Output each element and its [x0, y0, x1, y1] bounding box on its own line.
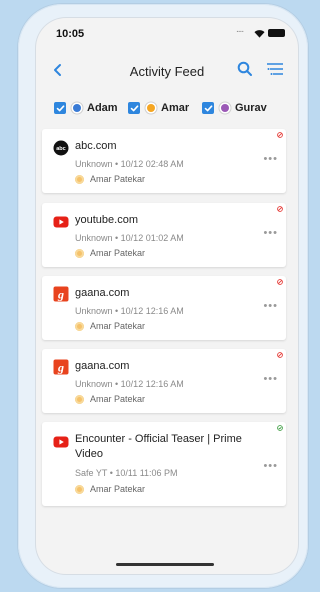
- user-filter-bar: Adam Amar Gurav: [54, 98, 294, 118]
- blocked-icon: [277, 132, 283, 138]
- page-title: Activity Feed: [129, 64, 205, 79]
- safe-check-icon: [277, 425, 283, 431]
- activity-user: Amar Patekar: [75, 248, 145, 258]
- avatar: [75, 174, 84, 184]
- activity-card[interactable]: youtube.com Unknown • 10/12 01:02 AM Ama…: [42, 203, 286, 267]
- home-indicator[interactable]: [116, 563, 214, 566]
- more-options-icon[interactable]: •••: [263, 227, 278, 239]
- checkbox-checked-icon[interactable]: [128, 102, 140, 114]
- app-screen: 10:05 .... Activity Feed Adam Amar Gurav…: [36, 18, 298, 574]
- avatar: [75, 484, 84, 494]
- status-time: 10:05: [56, 28, 85, 40]
- avatar: [73, 104, 81, 112]
- blocked-icon: [277, 352, 283, 358]
- filter-menu-icon[interactable]: [266, 61, 284, 77]
- avatar: [75, 321, 84, 331]
- filter-chip-amar[interactable]: Amar: [128, 98, 189, 118]
- filter-label: Gurav: [235, 102, 267, 114]
- more-options-icon[interactable]: •••: [263, 373, 278, 385]
- activity-meta: Unknown • 10/12 12:16 AM: [75, 306, 184, 316]
- abc-logo-icon: abc: [53, 140, 69, 156]
- user-name: Amar Patekar: [90, 321, 146, 331]
- checkbox-checked-icon[interactable]: [54, 102, 66, 114]
- activity-user: Amar Patekar: [75, 174, 145, 184]
- avatar: [147, 104, 155, 112]
- user-name: Amar Patekar: [90, 394, 146, 404]
- gaana-logo-icon: g: [53, 286, 69, 302]
- gaana-logo-icon: g: [53, 359, 69, 375]
- filter-label: Amar: [161, 102, 190, 114]
- blocked-icon: [277, 279, 283, 285]
- activity-title: Encounter - Official Teaser | Prime Vide…: [75, 433, 242, 460]
- blocked-icon: [277, 206, 283, 212]
- search-icon[interactable]: [236, 60, 254, 78]
- activity-title: gaana.com: [75, 360, 130, 372]
- youtube-logo-icon: [53, 216, 69, 228]
- activity-meta: Unknown • 10/12 02:48 AM: [75, 159, 184, 169]
- avatar: [75, 394, 84, 404]
- activity-meta: Safe YT • 10/11 11:06 PM: [75, 468, 178, 478]
- svg-text:g: g: [57, 361, 64, 375]
- checkbox-checked-icon[interactable]: [202, 102, 214, 114]
- activity-user: Amar Patekar: [75, 484, 145, 494]
- activity-meta: Unknown • 10/12 01:02 AM: [75, 233, 184, 243]
- activity-meta: Unknown • 10/12 12:16 AM: [75, 379, 184, 389]
- more-options-icon[interactable]: •••: [263, 153, 278, 165]
- app-header: Activity Feed: [36, 52, 298, 92]
- signal-dots: ....: [236, 24, 244, 35]
- status-bar: 10:05 ....: [36, 18, 298, 52]
- activity-title: gaana.com: [75, 287, 130, 299]
- activity-card[interactable]: abc abc.com Unknown • 10/12 02:48 AM Ama…: [42, 129, 286, 193]
- activity-user: Amar Patekar: [75, 321, 145, 331]
- activity-title: youtube.com: [75, 214, 138, 226]
- activity-title: abc.com: [75, 140, 117, 152]
- filter-label: Adam: [87, 102, 118, 114]
- wifi-icon: [254, 30, 265, 38]
- more-options-icon[interactable]: •••: [263, 300, 278, 312]
- back-button[interactable]: [48, 60, 68, 80]
- filter-chip-gurav[interactable]: Gurav: [202, 98, 267, 118]
- activity-card[interactable]: g gaana.com Unknown • 10/12 12:16 AM Ama…: [42, 349, 286, 413]
- user-name: Amar Patekar: [90, 248, 146, 258]
- activity-card[interactable]: g gaana.com Unknown • 10/12 12:16 AM Ama…: [42, 276, 286, 340]
- more-options-icon[interactable]: •••: [263, 460, 278, 472]
- battery-icon: [268, 29, 285, 37]
- avatar: [75, 248, 84, 258]
- filter-chip-adam[interactable]: Adam: [54, 98, 118, 118]
- svg-text:g: g: [57, 288, 64, 302]
- avatar: [221, 104, 229, 112]
- svg-text:abc: abc: [56, 146, 65, 152]
- user-name: Amar Patekar: [90, 484, 146, 494]
- activity-card[interactable]: Encounter - Official Teaser | Prime Vide…: [42, 422, 286, 506]
- youtube-logo-icon: [53, 436, 69, 448]
- activity-user: Amar Patekar: [75, 394, 145, 404]
- user-name: Amar Patekar: [90, 174, 146, 184]
